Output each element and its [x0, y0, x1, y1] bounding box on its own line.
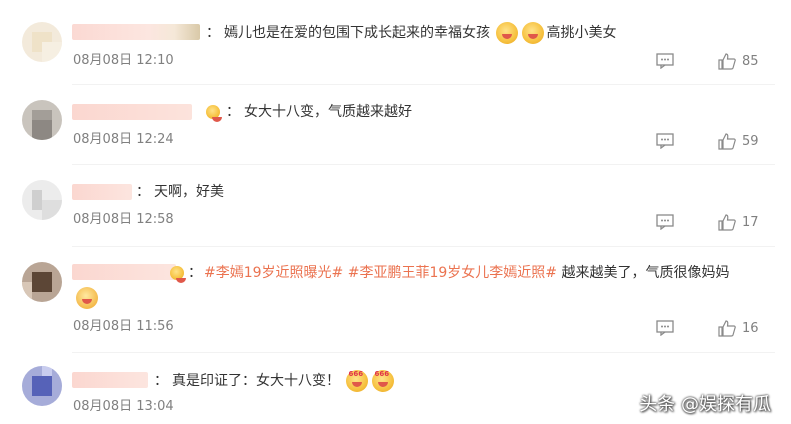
reply-button[interactable]: [656, 214, 674, 230]
username-blurred[interactable]: [72, 372, 148, 388]
comment-text: ：嫣儿也是在爱的包围下成长起来的幸福女孩 高挑小美女: [202, 22, 616, 44]
comment-time: 08月08日 13:04: [73, 399, 174, 414]
comment-time: 08月08日 11:56: [73, 319, 174, 334]
reply-icon: [656, 320, 674, 336]
comment-time: 08月08日 12:24: [73, 132, 174, 147]
avatar[interactable]: [22, 22, 62, 62]
emoji-icon: [170, 266, 186, 283]
divider: [72, 246, 775, 247]
comment-text: ：真是印证了：女大十八变！: [150, 364, 396, 392]
watermark: 头条 @娱探有瓜: [639, 394, 771, 415]
like-button[interactable]: 17: [718, 214, 759, 231]
username-blurred[interactable]: [72, 24, 200, 40]
avatar[interactable]: [22, 180, 62, 220]
divider: [72, 84, 775, 85]
like-icon: [718, 53, 736, 70]
divider: [72, 164, 775, 165]
reply-icon: [656, 53, 674, 69]
emoji-icon: [346, 364, 369, 392]
avatar[interactable]: [22, 100, 62, 140]
emoji-icon: [206, 105, 222, 122]
like-icon: [718, 320, 736, 337]
like-icon: [718, 214, 736, 231]
emoji-icon: [76, 287, 98, 309]
hashtag-link[interactable]: #李亚鹏王菲19岁女儿李嫣近照#: [348, 265, 557, 281]
comment-text: ：女大十八变，气质越来越好: [204, 102, 412, 122]
username-blurred[interactable]: [72, 104, 192, 120]
avatar[interactable]: [22, 262, 62, 302]
comment-text: ： #李嫣19岁近照曝光# #李亚鹏王菲19岁女儿李嫣近照# 越来越美了，气质很像…: [168, 263, 729, 283]
divider: [72, 352, 775, 353]
reply-icon: [656, 214, 674, 230]
avatar[interactable]: [22, 366, 62, 406]
like-button[interactable]: 59: [718, 133, 759, 150]
reply-button[interactable]: [656, 133, 674, 149]
hashtag-link[interactable]: #李嫣19岁近照曝光#: [204, 265, 343, 281]
reply-icon: [656, 133, 674, 149]
comment-text: ：天啊，好美: [136, 184, 224, 200]
username-blurred[interactable]: [72, 184, 132, 200]
comment-emoji-line: [74, 287, 100, 309]
like-icon: [718, 133, 736, 150]
emoji-icon: [372, 364, 395, 392]
comment-time: 08月08日 12:58: [73, 212, 174, 227]
comment-time: 08月08日 12:10: [73, 53, 174, 68]
reply-button[interactable]: [656, 320, 674, 336]
like-button[interactable]: 85: [718, 53, 759, 70]
like-button[interactable]: 16: [718, 320, 759, 337]
reply-button[interactable]: [656, 53, 674, 69]
emoji-icon: [522, 22, 545, 44]
emoji-icon: [496, 22, 519, 44]
username-blurred[interactable]: [72, 264, 176, 280]
